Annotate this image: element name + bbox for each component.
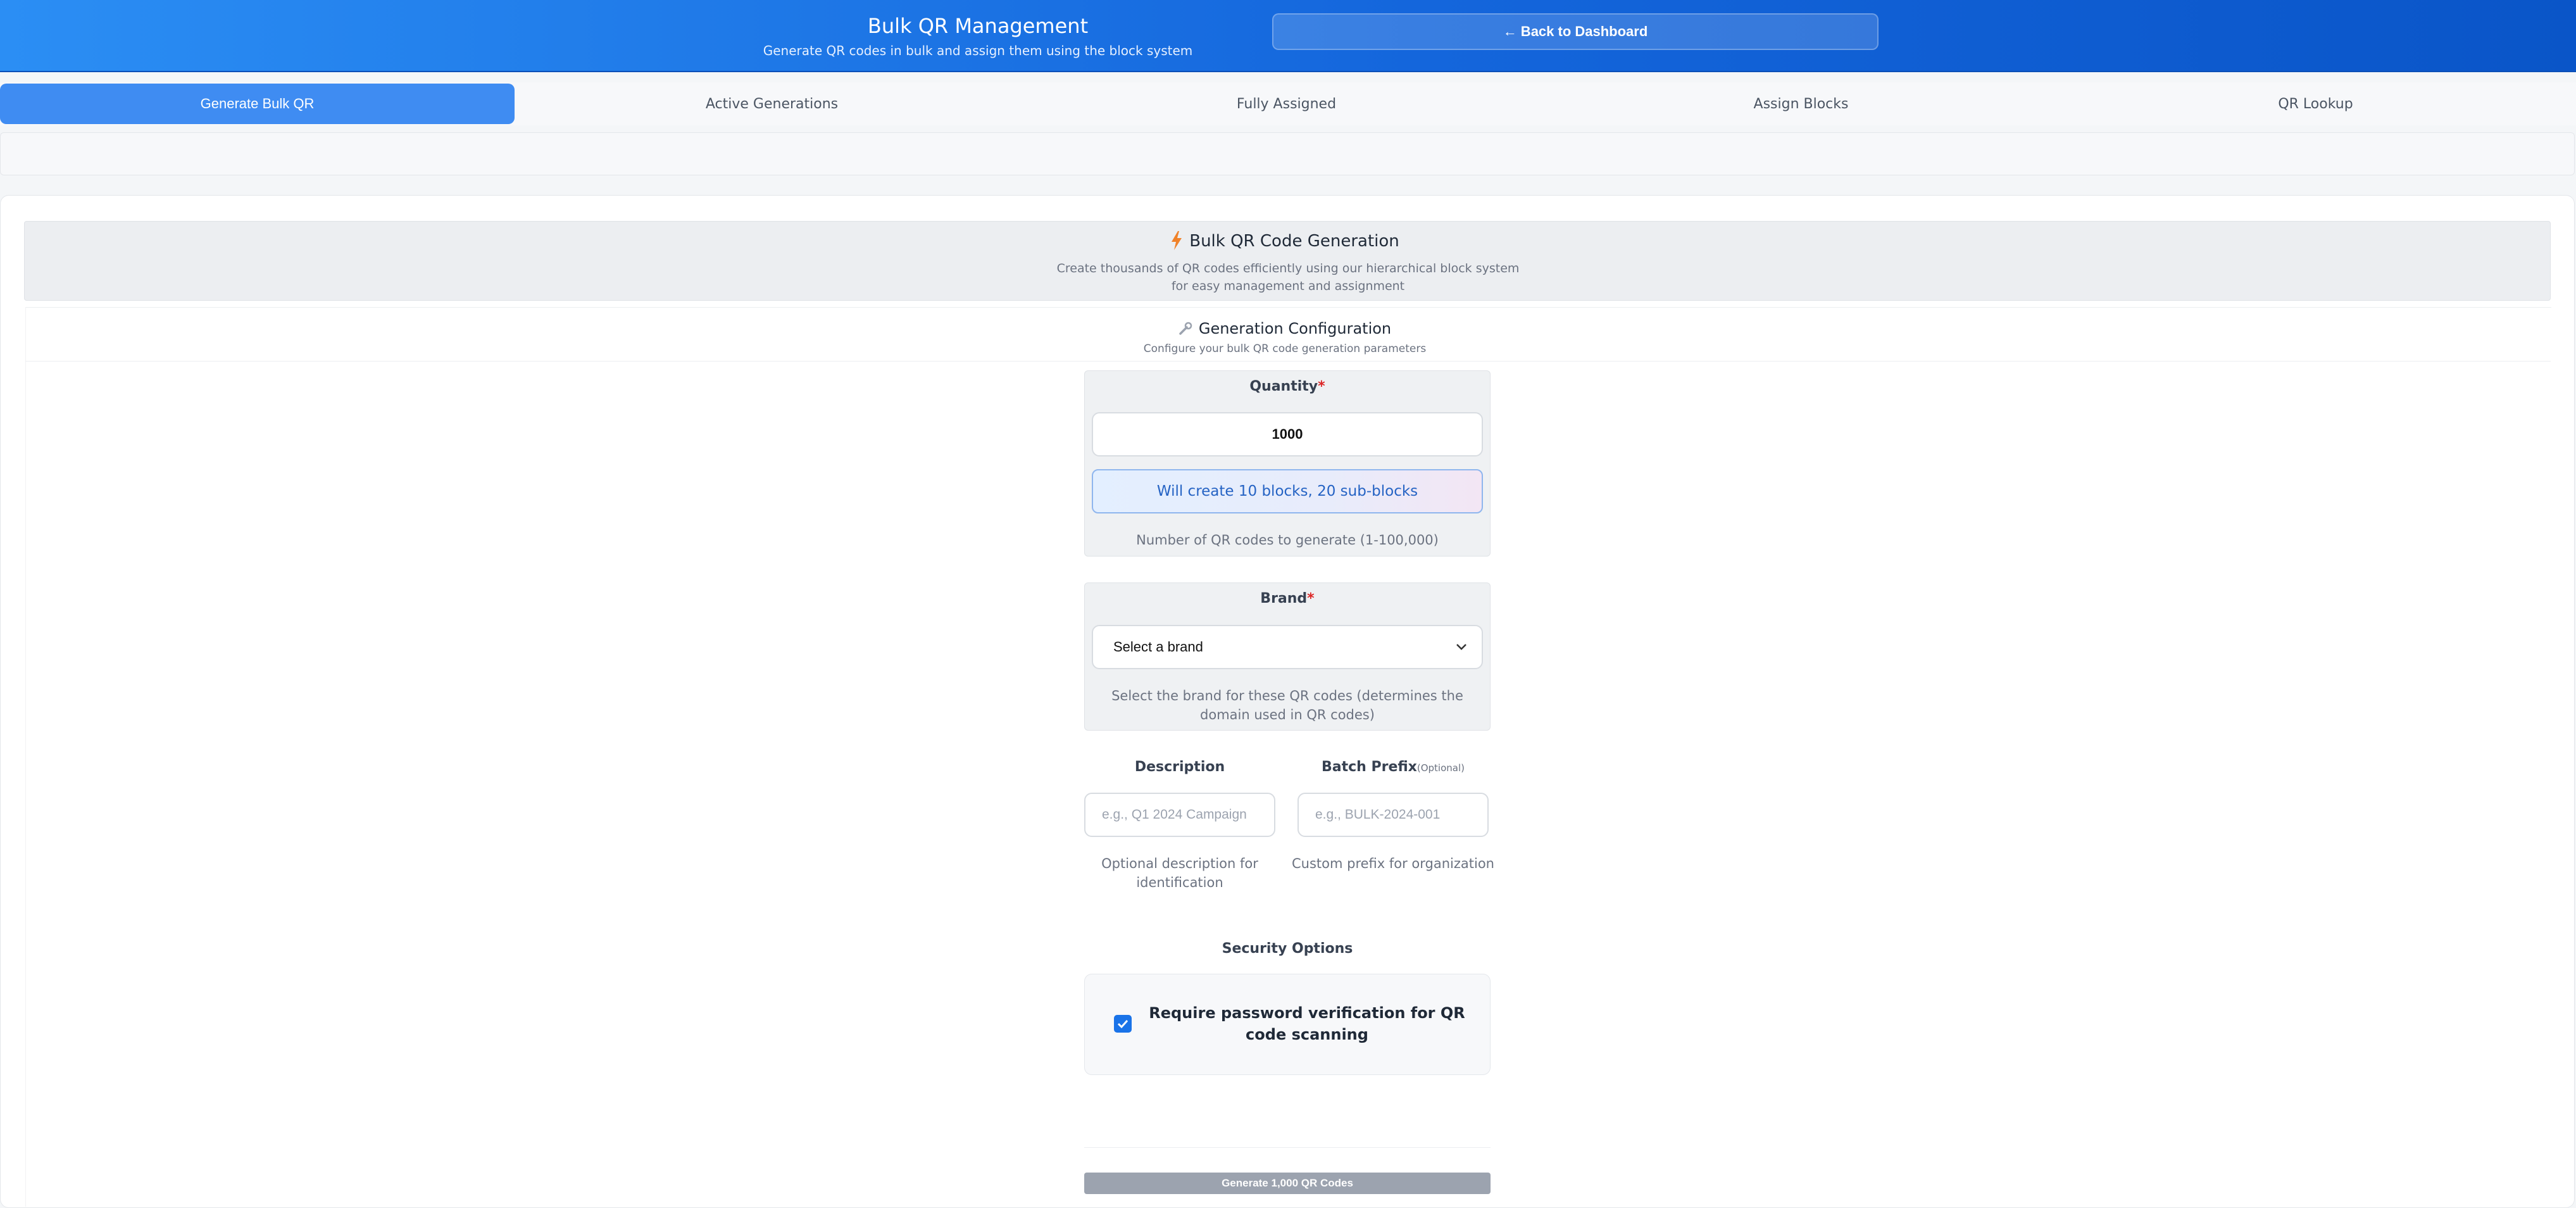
batch-prefix-label: Batch Prefix(Optional) (1321, 759, 1465, 775)
notice-strip (0, 132, 2575, 175)
block-info-badge: Will create 10 blocks, 20 sub-blocks (1092, 469, 1483, 513)
brand-select-value: Select a brand (1113, 639, 1203, 655)
wrench-icon (1179, 322, 1192, 335)
password-verification-checkbox[interactable] (1114, 1015, 1132, 1033)
tab-generate-bulk-qr[interactable]: Generate Bulk QR (0, 84, 515, 124)
config-title: Generation Configuration (1198, 320, 1392, 337)
hero-title-row: Bulk QR Code Generation (1152, 231, 1418, 251)
config-subtitle: Configure your bulk QR code generation p… (1143, 343, 1427, 355)
brand-select[interactable]: Select a brand (1092, 625, 1483, 669)
quantity-group (1084, 370, 1491, 557)
hero-description: Create thousands of QR codes efficiently… (1056, 261, 1520, 293)
brand-label: Brand* (1260, 591, 1315, 607)
tab-active-generations[interactable]: Active Generations (515, 84, 1029, 124)
generate-qr-codes-button[interactable]: Generate 1,000 QR Codes (1084, 1173, 1491, 1194)
page-title: Bulk QR Management (867, 14, 1089, 38)
quantity-help: Number of QR codes to generate (1-100,00… (1136, 532, 1439, 548)
quantity-input[interactable]: 1000 (1092, 412, 1483, 456)
tab-bar: Generate Bulk QR Active Generations Full… (0, 82, 2576, 125)
page-header: Bulk QR Management Generate QR codes in … (0, 0, 2576, 72)
security-options-title: Security Options (1222, 941, 1353, 957)
tab-fully-assigned[interactable]: Fully Assigned (1029, 84, 1544, 124)
batch-prefix-help: Custom prefix for organization (1291, 856, 1494, 871)
required-mark: * (1318, 379, 1325, 394)
page-subtitle: Generate QR codes in bulk and assign the… (763, 43, 1193, 58)
password-verification-label: Require password verification for QR cod… (1149, 1004, 1465, 1043)
checkmark-icon (1117, 1019, 1129, 1029)
required-mark: * (1307, 591, 1315, 607)
config-title-row: Generation Configuration (1152, 320, 1418, 337)
description-label: Description (1134, 759, 1225, 775)
description-help: Optional description for identification (1101, 856, 1258, 890)
brand-help: Select the brand for these QR codes (det… (1111, 688, 1463, 722)
quantity-label: Quantity* (1249, 379, 1325, 394)
tab-qr-lookup[interactable]: QR Lookup (2058, 84, 2573, 124)
optional-tag: (Optional) (1416, 762, 1465, 774)
batch-prefix-input[interactable]: e.g., BULK-2024-001 (1297, 793, 1489, 837)
hero-title: Bulk QR Code Generation (1189, 232, 1399, 251)
description-input[interactable]: e.g., Q1 2024 Campaign (1084, 793, 1275, 837)
back-to-dashboard-button[interactable]: ← Back to Dashboard (1272, 13, 1879, 50)
lightning-bolt-icon (1172, 231, 1182, 250)
tab-assign-blocks[interactable]: Assign Blocks (1544, 84, 2058, 124)
chevron-down-icon (1456, 644, 1466, 650)
divider (1084, 1147, 1491, 1148)
divider (25, 361, 2551, 362)
